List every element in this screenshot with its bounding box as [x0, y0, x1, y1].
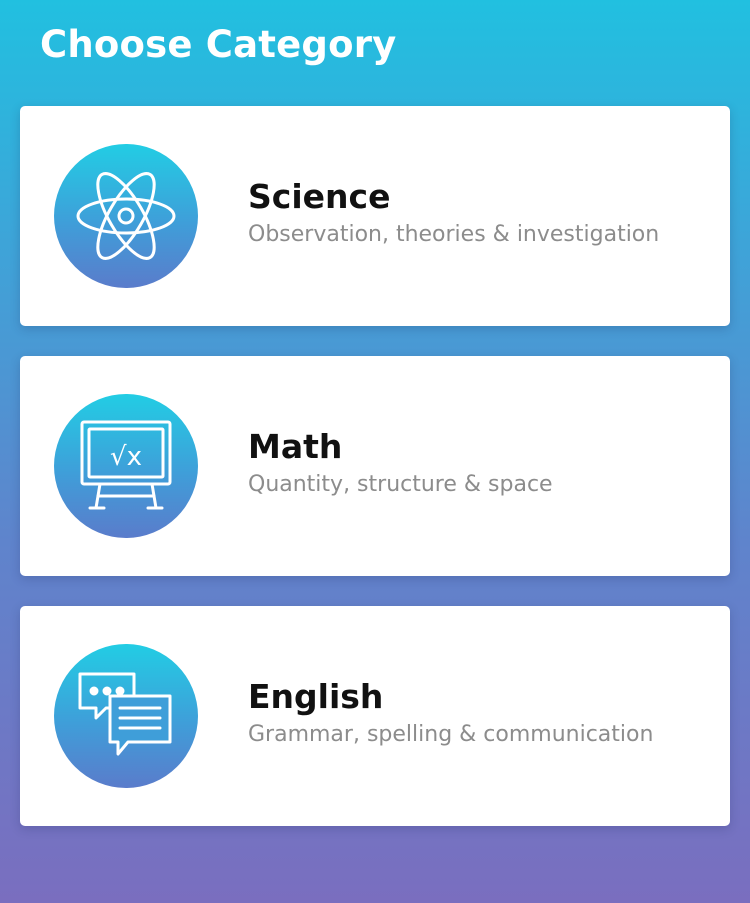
page-title: Choose Category [40, 23, 397, 66]
category-title: Science [248, 177, 391, 216]
category-title: Math [248, 427, 343, 466]
math-icon-text: √x [110, 442, 142, 472]
category-card-science[interactable]: Science Observation, theories & investig… [20, 106, 730, 326]
category-subtitle: Grammar, spelling & communication [248, 722, 654, 747]
atom-icon [54, 144, 198, 288]
category-subtitle: Quantity, structure & space [248, 472, 553, 497]
category-subtitle: Observation, theories & investigation [248, 222, 660, 247]
math-board-icon: √x [54, 394, 198, 538]
category-card-math[interactable]: √x Math Quantity, structure & space [20, 356, 730, 576]
category-card-english[interactable]: English Grammar, spelling & communicatio… [20, 606, 730, 826]
chat-bubbles-icon [54, 644, 198, 788]
category-title: English [248, 677, 384, 716]
